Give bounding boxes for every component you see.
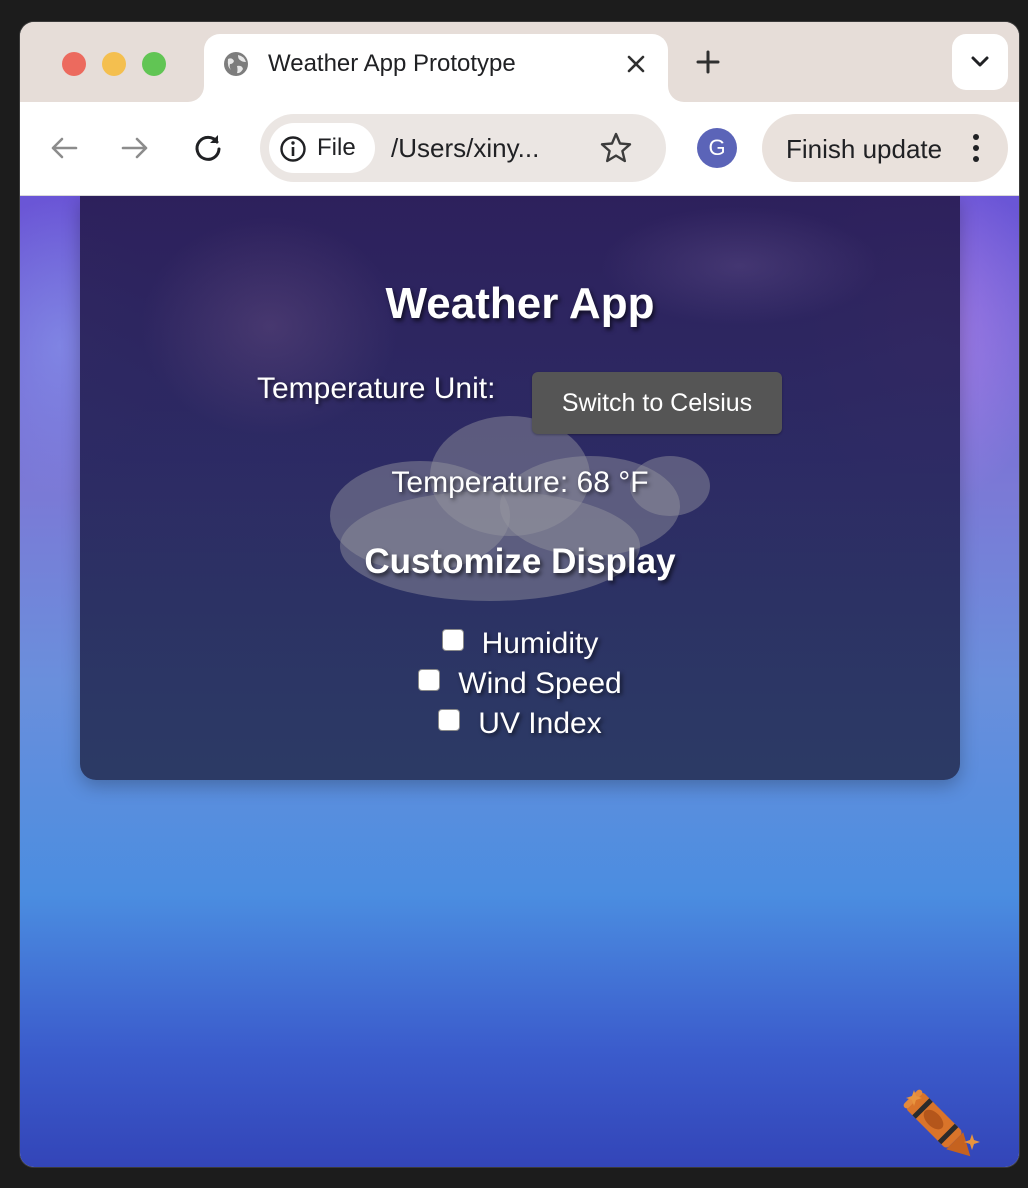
tab-strip: Weather App Prototype [20, 22, 1019, 102]
temperature-display: Temperature: 68 °F [80, 466, 960, 500]
browser-toolbar: File /Users/xiny... G Finish update [20, 102, 1019, 196]
finish-update-label: Finish update [786, 134, 943, 164]
kebab-menu-icon[interactable] [964, 130, 988, 166]
uv-index-checkbox[interactable] [438, 709, 461, 731]
temperature-unit: °F [618, 466, 649, 499]
wind-speed-checkbox[interactable] [418, 669, 441, 691]
tab-weather-app[interactable]: Weather App Prototype [204, 34, 668, 102]
reload-icon[interactable] [190, 130, 226, 166]
temperature-unit-label: Temperature Unit: [257, 372, 496, 405]
url-text[interactable]: /Users/xiny... [391, 133, 539, 163]
display-options-list: Humidity Wind Speed UV Index [80, 624, 960, 744]
site-info-label: File [317, 134, 356, 161]
crayon-icon[interactable] [892, 1076, 992, 1167]
option-humidity[interactable]: Humidity [80, 624, 960, 664]
arrow-left-icon[interactable] [46, 130, 82, 166]
info-icon [280, 136, 306, 162]
maximize-window-button[interactable] [142, 52, 166, 76]
option-label: Wind Speed [458, 667, 622, 700]
browser-window: Weather App Prototype File /Users/xiny..… [20, 22, 1019, 1167]
temperature-value: 68 [576, 466, 610, 499]
profile-avatar[interactable]: G [697, 128, 737, 168]
page-title: Weather App [385, 279, 655, 328]
tab-search-button[interactable] [952, 34, 1008, 90]
address-bar[interactable]: File /Users/xiny... [260, 114, 666, 182]
humidity-checkbox[interactable] [441, 629, 464, 651]
switch-unit-button[interactable]: Switch to Celsius [532, 372, 782, 434]
close-window-button[interactable] [62, 52, 86, 76]
close-icon[interactable] [622, 50, 650, 78]
tab-title: Weather App Prototype [268, 50, 516, 77]
weather-card: Weather App Temperature Unit: Switch to … [80, 196, 960, 780]
arrow-right-icon[interactable] [117, 130, 153, 166]
star-icon[interactable] [598, 130, 634, 166]
plus-icon[interactable] [690, 44, 726, 80]
temperature-label: Temperature: [391, 466, 569, 499]
customize-display-heading: Customize Display [364, 542, 676, 581]
finish-update-button[interactable]: Finish update [762, 114, 1008, 182]
globe-icon [224, 52, 248, 76]
option-label: UV Index [478, 707, 602, 740]
option-wind-speed[interactable]: Wind Speed [80, 664, 960, 704]
site-info-chip[interactable]: File [269, 123, 375, 173]
minimize-window-button[interactable] [102, 52, 126, 76]
page-viewport: Weather App Temperature Unit: Switch to … [20, 196, 1019, 1167]
option-uv-index[interactable]: UV Index [80, 704, 960, 744]
option-label: Humidity [481, 627, 599, 660]
chevron-down-icon [971, 56, 989, 67]
